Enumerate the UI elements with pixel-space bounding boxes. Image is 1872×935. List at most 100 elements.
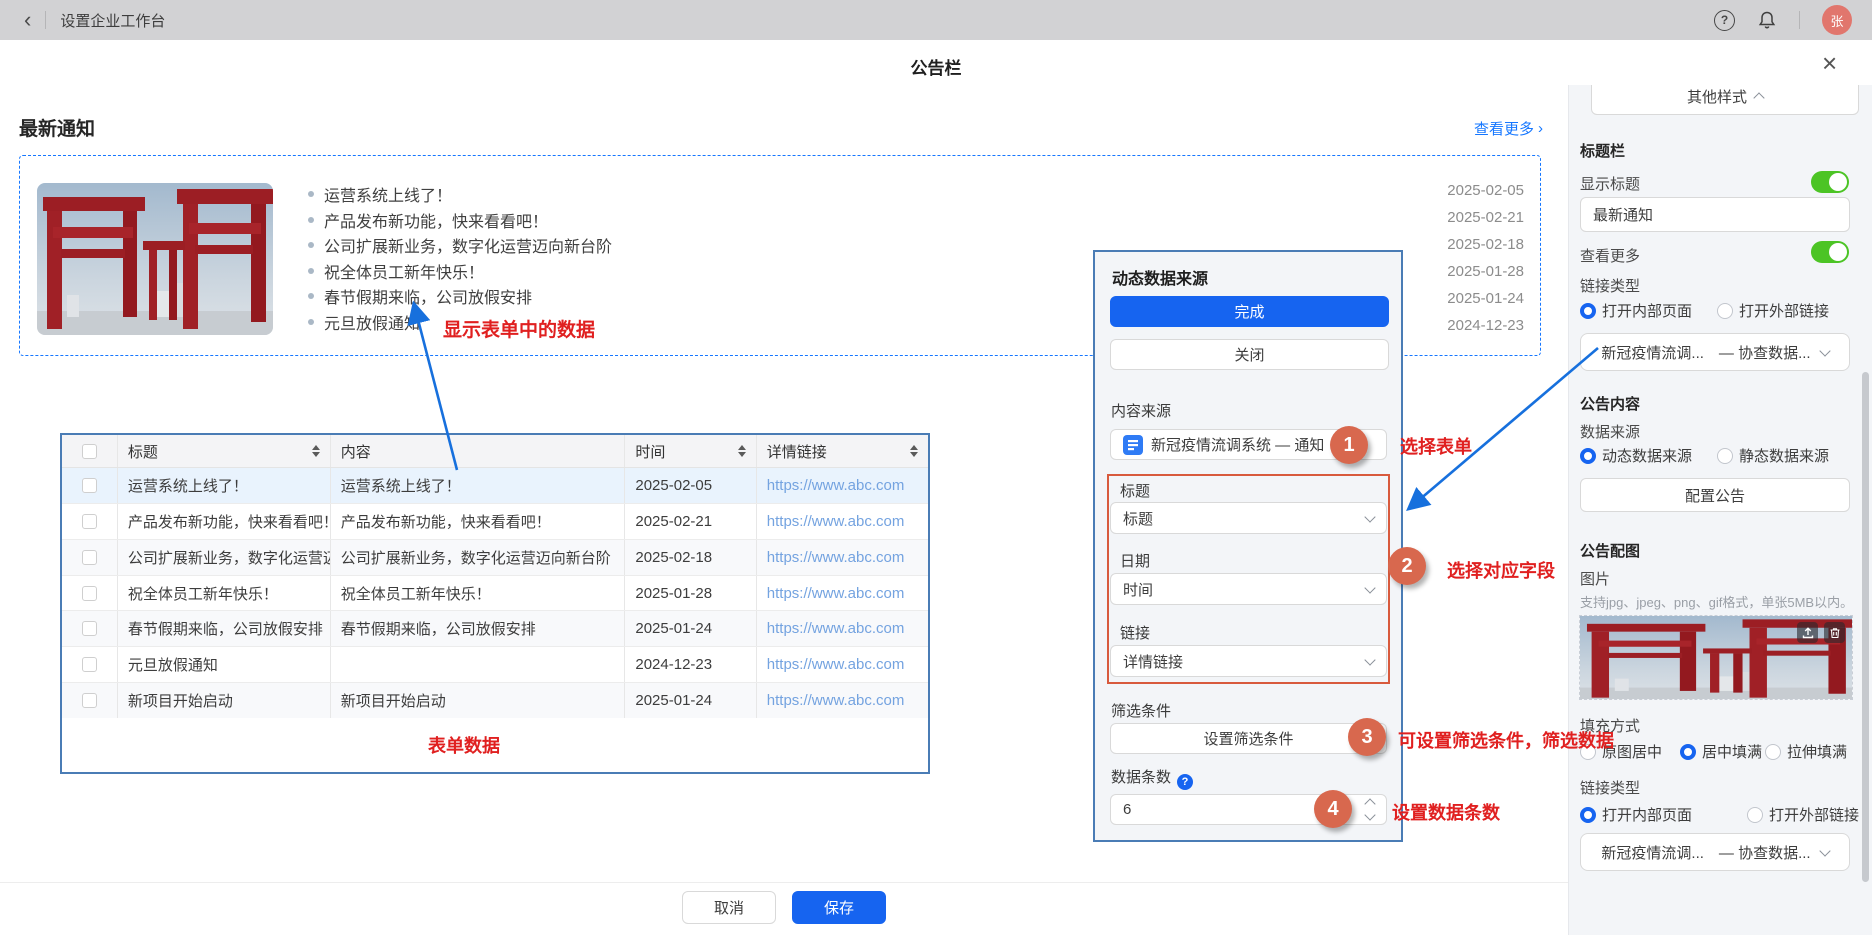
radio-dynamic-source[interactable]: 动态数据来源 — [1580, 445, 1692, 466]
column-header-time[interactable]: 时间 — [625, 435, 756, 467]
column-header-content[interactable]: 内容 — [331, 435, 626, 467]
notice-item[interactable]: 运营系统上线了！ — [308, 182, 612, 206]
cell-title: 祝全体员工新年快乐！ — [118, 576, 331, 611]
notice-item[interactable]: 祝全体员工新年快乐！ — [308, 259, 612, 283]
cell-link[interactable]: https://www.abc.com — [757, 576, 928, 611]
view-more-toggle[interactable] — [1811, 241, 1849, 263]
bell-icon[interactable] — [1757, 10, 1777, 30]
radio-open-internal[interactable]: 打开内部页面 — [1580, 300, 1692, 321]
radio-label: 静态数据来源 — [1739, 445, 1829, 466]
title-text-input[interactable]: 最新通知 — [1580, 197, 1850, 232]
question-circle-icon[interactable]: ? — [1177, 774, 1193, 790]
upload-icon[interactable] — [1797, 622, 1818, 643]
data-count-label: 数据条数? — [1111, 766, 1193, 790]
announcement-image-section: 公告配图 — [1580, 540, 1640, 561]
help-icon[interactable]: ? — [1714, 10, 1735, 31]
table-body: 运营系统上线了！ 运营系统上线了！ 2025-02-05 https://www… — [62, 468, 928, 718]
cell-link[interactable]: https://www.abc.com — [757, 647, 928, 682]
topbar-divider — [45, 11, 46, 29]
trash-icon[interactable] — [1824, 622, 1845, 643]
sort-icon[interactable] — [910, 445, 918, 457]
radio-label: 拉伸填满 — [1787, 741, 1847, 762]
cell-link[interactable]: https://www.abc.com — [757, 683, 928, 718]
set-filter-button[interactable]: 设置筛选条件 — [1110, 723, 1387, 754]
notice-date: 2025-02-18 — [1447, 236, 1524, 253]
image-thumbnail[interactable] — [1579, 615, 1853, 700]
link-target-value: 新冠疫情流调... — 协查数据... — [1601, 842, 1810, 863]
cell-content: 公司扩展新业务，数字化运营迈向新台阶 — [331, 540, 626, 575]
cancel-button[interactable]: 取消 — [682, 891, 776, 924]
column-label: 内容 — [341, 441, 371, 462]
table-row[interactable]: 春节假期来临，公司放假安排 春节假期来临，公司放假安排 2025-01-24 h… — [62, 611, 928, 647]
sort-icon[interactable] — [738, 445, 746, 457]
step-circle-2: 2 — [1388, 547, 1426, 585]
save-button[interactable]: 保存 — [792, 891, 886, 924]
cell-link[interactable]: https://www.abc.com — [757, 468, 928, 503]
row-checkbox[interactable] — [82, 550, 97, 565]
column-header-title[interactable]: 标题 — [118, 435, 331, 467]
cell-title: 新项目开始启动 — [118, 683, 331, 718]
title-bar-section: 标题栏 — [1580, 140, 1625, 161]
row-checkbox[interactable] — [82, 478, 97, 493]
configure-announcement-button[interactable]: 配置公告 — [1580, 478, 1850, 512]
row-checkbox[interactable] — [82, 586, 97, 601]
radio-fill-stretch[interactable]: 拉伸填满 — [1765, 741, 1847, 762]
radio-open-external-2[interactable]: 打开外部链接 — [1747, 804, 1859, 825]
back-chevron-icon[interactable]: ‹ — [24, 9, 31, 31]
row-checkbox[interactable] — [82, 621, 97, 636]
table-row[interactable]: 公司扩展新业务，数字化运营迈... 公司扩展新业务，数字化运营迈向新台阶 202… — [62, 540, 928, 576]
data-count-text: 数据条数 — [1111, 769, 1171, 786]
table-row[interactable]: 祝全体员工新年快乐！ 祝全体员工新年快乐！ 2025-01-28 https:/… — [62, 576, 928, 612]
table-row[interactable]: 产品发布新功能，快来看看吧！ 产品发布新功能，快来看看吧！ 2025-02-21… — [62, 504, 928, 540]
cell-link[interactable]: https://www.abc.com — [757, 611, 928, 646]
row-checkbox[interactable] — [82, 657, 97, 672]
table-row[interactable]: 运营系统上线了！ 运营系统上线了！ 2025-02-05 https://www… — [62, 468, 928, 504]
radio-open-external[interactable]: 打开外部链接 — [1717, 300, 1829, 321]
other-style-button[interactable]: 其他样式 — [1591, 85, 1859, 115]
show-title-toggle[interactable] — [1811, 171, 1849, 193]
radio-open-internal-2[interactable]: 打开内部页面 — [1580, 804, 1692, 825]
view-more-link[interactable]: 查看更多 › — [1474, 118, 1543, 139]
notice-item[interactable]: 春节假期来临，公司放假安排 — [308, 284, 612, 308]
link-target-dropdown-2[interactable]: 新冠疫情流调... — 协查数据... — [1580, 833, 1850, 871]
close-icon[interactable]: × — [1822, 50, 1837, 76]
cell-content: 新项目开始启动 — [331, 683, 626, 718]
notice-date: 2025-01-28 — [1447, 263, 1524, 280]
field-title-dropdown[interactable]: 标题 — [1110, 502, 1387, 534]
annotation-step-2: 选择对应字段 — [1447, 557, 1555, 583]
bullet-icon — [308, 268, 314, 274]
radio-static-source[interactable]: 静态数据来源 — [1717, 445, 1829, 466]
settings-sidebar: 其他样式 标题栏 显示标题 最新通知 查看更多 链接类型 打开内部页面 打开外部… — [1568, 85, 1872, 935]
table-row[interactable]: 新项目开始启动 新项目开始启动 2025-01-24 https://www.a… — [62, 683, 928, 718]
row-checkbox[interactable] — [82, 693, 97, 708]
page-title: 设置企业工作台 — [60, 10, 165, 31]
close-button[interactable]: 关闭 — [1110, 339, 1389, 370]
radio-label: 打开内部页面 — [1602, 300, 1692, 321]
field-date-dropdown[interactable]: 时间 — [1110, 573, 1387, 605]
notice-item[interactable]: 产品发布新功能，快来看看吧！ — [308, 208, 612, 232]
done-button[interactable]: 完成 — [1110, 296, 1389, 327]
cell-link[interactable]: https://www.abc.com — [757, 540, 928, 575]
notice-item[interactable]: 公司扩展新业务，数字化运营迈向新台阶 — [308, 233, 612, 257]
sort-icon[interactable] — [312, 445, 320, 457]
radio-fill-fill[interactable]: 居中填满 — [1680, 741, 1762, 762]
field-link-label: 链接 — [1120, 622, 1150, 643]
table-row[interactable]: 元旦放假通知 2024-12-23 https://www.abc.com — [62, 647, 928, 683]
cell-content: 祝全体员工新年快乐！ — [331, 576, 626, 611]
view-more-label: 查看更多 — [1580, 245, 1640, 266]
cell-title: 元旦放假通知 — [118, 647, 331, 682]
data-source-label: 数据来源 — [1580, 421, 1640, 442]
cell-link[interactable]: https://www.abc.com — [757, 504, 928, 539]
sidebar-scrollbar[interactable] — [1862, 372, 1869, 882]
column-header-link[interactable]: 详情链接 — [757, 435, 928, 467]
field-link-dropdown[interactable]: 详情链接 — [1110, 645, 1387, 677]
bullet-icon — [308, 319, 314, 325]
number-stepper[interactable] — [1366, 800, 1374, 819]
select-all-checkbox[interactable] — [82, 444, 97, 459]
cell-time: 2025-01-24 — [625, 611, 756, 646]
avatar[interactable]: 张 — [1822, 5, 1852, 35]
link-target-dropdown[interactable]: 新冠疫情流调... — 协查数据... — [1580, 333, 1850, 371]
row-checkbox[interactable] — [82, 514, 97, 529]
radio-icon — [1717, 448, 1733, 464]
radio-label: 动态数据来源 — [1602, 445, 1692, 466]
